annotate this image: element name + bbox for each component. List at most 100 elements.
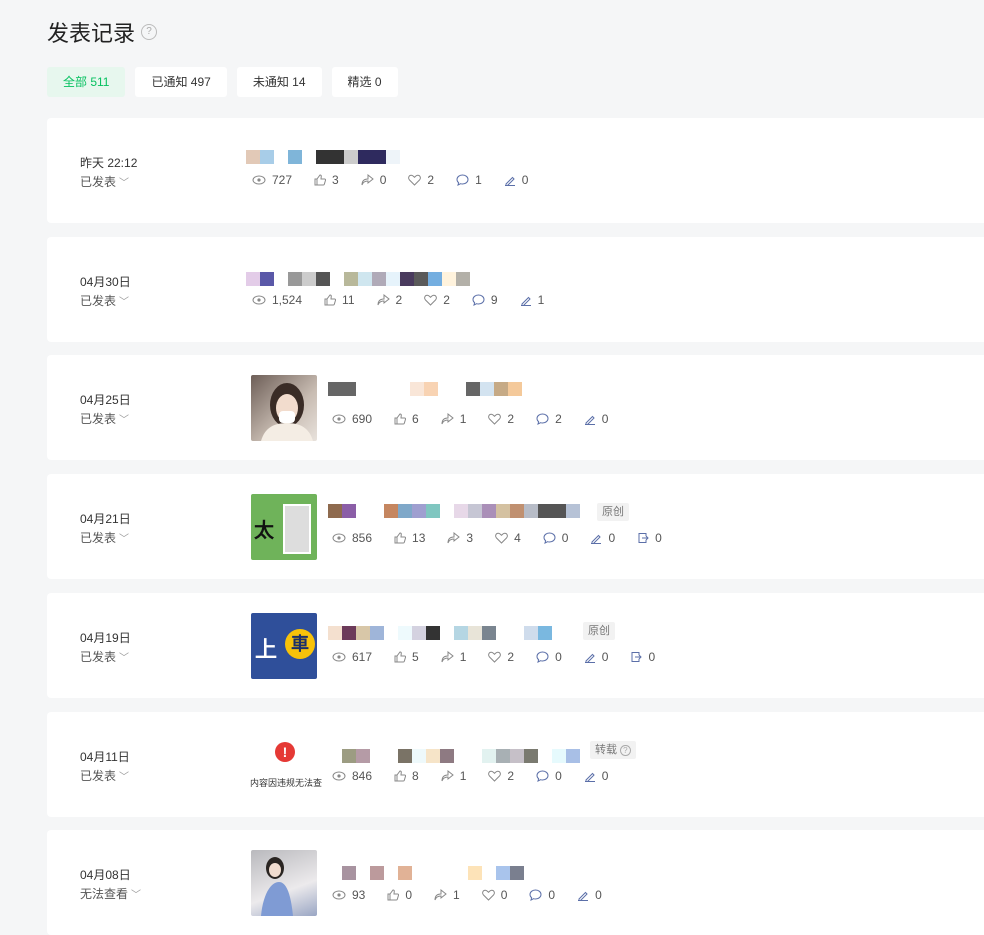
post-title-redacted[interactable]	[328, 382, 522, 396]
post-status-dropdown[interactable]: 已发表 ﹀	[80, 767, 129, 784]
help-circle-icon: ?	[620, 745, 631, 756]
thumb-up-icon	[394, 532, 407, 544]
filter-all[interactable]: 全部 511	[47, 67, 126, 97]
heart-icon	[495, 532, 508, 544]
heart-icon	[408, 174, 422, 186]
stat-edits: 0	[590, 531, 615, 545]
post-stats: 93 0 1 0 0 0	[332, 888, 624, 902]
heart-icon	[488, 770, 502, 782]
post-card[interactable]: 04月08日 无法查看 ﹀ 93 0 1 0 0 0	[47, 830, 984, 935]
thumb-up-icon	[314, 174, 327, 186]
thumb-up-icon	[387, 889, 400, 901]
tag-original: 原创	[583, 622, 615, 640]
post-card[interactable]: 04月25日 已发表 ﹀ 690 6 1 2 2 0	[47, 355, 984, 460]
post-status-dropdown[interactable]: 已发表 ﹀	[80, 292, 129, 309]
stat-views: 727	[252, 173, 292, 187]
stat-likes: 13	[394, 531, 425, 545]
share-arrow-icon	[441, 651, 454, 663]
share-arrow-icon	[441, 413, 454, 425]
post-stats: 846 8 1 2 0 0	[332, 769, 630, 783]
share-arrow-icon	[361, 174, 374, 186]
post-date: 04月21日	[80, 512, 131, 526]
stat-favs: 4	[495, 531, 521, 545]
share-arrow-icon	[434, 889, 447, 901]
stat-likes: 6	[394, 412, 419, 426]
comment-icon	[536, 413, 549, 425]
post-title-redacted[interactable]	[328, 626, 552, 640]
stat-likes: 5	[394, 650, 419, 664]
stat-comments: 2	[536, 412, 562, 426]
stat-edits: 0	[504, 173, 528, 187]
post-date: 昨天 22:12	[80, 156, 138, 170]
stat-comments: 0	[536, 769, 562, 783]
filter-notified[interactable]: 已通知 497	[135, 67, 227, 97]
post-thumbnail[interactable]: 上 車	[251, 613, 317, 679]
thumbnail-text: 太	[254, 520, 274, 542]
pencil-icon	[584, 772, 595, 782]
help-circle-icon[interactable]: ?	[141, 24, 158, 40]
eye-icon	[252, 295, 266, 305]
share-arrow-icon	[377, 294, 390, 306]
stat-comments: 0	[529, 888, 555, 902]
post-title-redacted[interactable]	[328, 504, 580, 518]
post-card[interactable]: 04月30日 已发表 ﹀ 1,524 11 2 2 9 1	[47, 237, 984, 342]
post-title-redacted[interactable]	[342, 866, 524, 880]
heart-icon	[488, 651, 502, 663]
pencil-icon	[584, 415, 595, 425]
stat-edits: 0	[584, 650, 608, 664]
post-status-dropdown[interactable]: 已发表 ﹀	[80, 173, 129, 190]
post-date: 04月19日	[80, 631, 131, 645]
post-thumbnail[interactable]: 太	[251, 494, 317, 560]
post-date: 04月25日	[80, 393, 131, 407]
comment-icon	[456, 174, 469, 186]
pencil-icon	[591, 534, 602, 544]
repost-icon	[638, 533, 649, 543]
stat-shares: 1	[441, 412, 466, 426]
post-thumbnail[interactable]	[251, 375, 317, 441]
stat-edits: 1	[520, 293, 544, 307]
heart-icon	[488, 413, 502, 425]
thumbnail-text: 上	[255, 637, 278, 662]
post-thumbnail[interactable]	[251, 850, 317, 916]
stat-likes: 3	[314, 173, 339, 187]
post-title-redacted[interactable]	[246, 150, 400, 164]
comment-icon	[543, 532, 556, 544]
stat-likes: 0	[387, 888, 412, 902]
post-status-dropdown[interactable]: 无法查看 ﹀	[80, 885, 141, 902]
stat-favs: 2	[488, 412, 514, 426]
violation-notice: 内容因违规无法查	[250, 778, 323, 788]
post-date: 04月08日	[80, 868, 131, 882]
filter-featured[interactable]: 精选 0	[331, 67, 398, 97]
stat-reposts: 0	[630, 650, 655, 664]
post-title-redacted[interactable]	[246, 272, 470, 286]
chevron-down-icon: ﹀	[119, 653, 130, 664]
post-stats: 727 3 0 2 1 0	[252, 173, 550, 187]
stat-shares: 1	[434, 888, 460, 902]
post-stats: 617 5 1 2 0 0 0	[332, 650, 677, 664]
stat-views: 93	[332, 888, 365, 902]
stat-reposts: 0	[637, 531, 662, 545]
post-card[interactable]: 昨天 22:12 已发表 ﹀ 727 3 0 2 1 0	[47, 118, 984, 223]
chevron-down-icon: ﹀	[131, 890, 142, 901]
stat-comments: 1	[456, 173, 482, 187]
filter-tabs: 全部 511 已通知 497 未通知 14 精选 0	[47, 67, 398, 97]
post-card[interactable]: 04月19日 已发表 ﹀ 上 車 原创 617 5 1 2 0 0 0	[47, 593, 984, 698]
stat-views: 1,524	[252, 293, 302, 307]
heart-icon	[424, 294, 438, 306]
filter-not-notified[interactable]: 未通知 14	[236, 67, 322, 97]
eye-icon	[332, 533, 346, 543]
stat-edits: 0	[577, 888, 602, 902]
post-card[interactable]: 04月11日 已发表 ﹀ ! 内容因违规无法查 转载 ? 846 8 1 2 0 …	[47, 712, 984, 817]
post-status-dropdown[interactable]: 已发表 ﹀	[80, 410, 129, 427]
post-title-redacted[interactable]	[342, 749, 580, 763]
stat-shares: 0	[361, 173, 386, 187]
stat-shares: 3	[447, 531, 473, 545]
post-status-dropdown[interactable]: 已发表 ﹀	[80, 648, 129, 665]
stat-edits: 0	[584, 769, 608, 783]
post-status-dropdown[interactable]: 已发表 ﹀	[80, 529, 129, 546]
heart-icon	[481, 889, 495, 901]
stat-favs: 2	[488, 769, 514, 783]
share-arrow-icon	[441, 770, 454, 782]
stat-views: 690	[332, 412, 372, 426]
post-card[interactable]: 04月21日 已发表 ﹀ 太 原创 856 13 3 4 0 0 0	[47, 474, 984, 579]
